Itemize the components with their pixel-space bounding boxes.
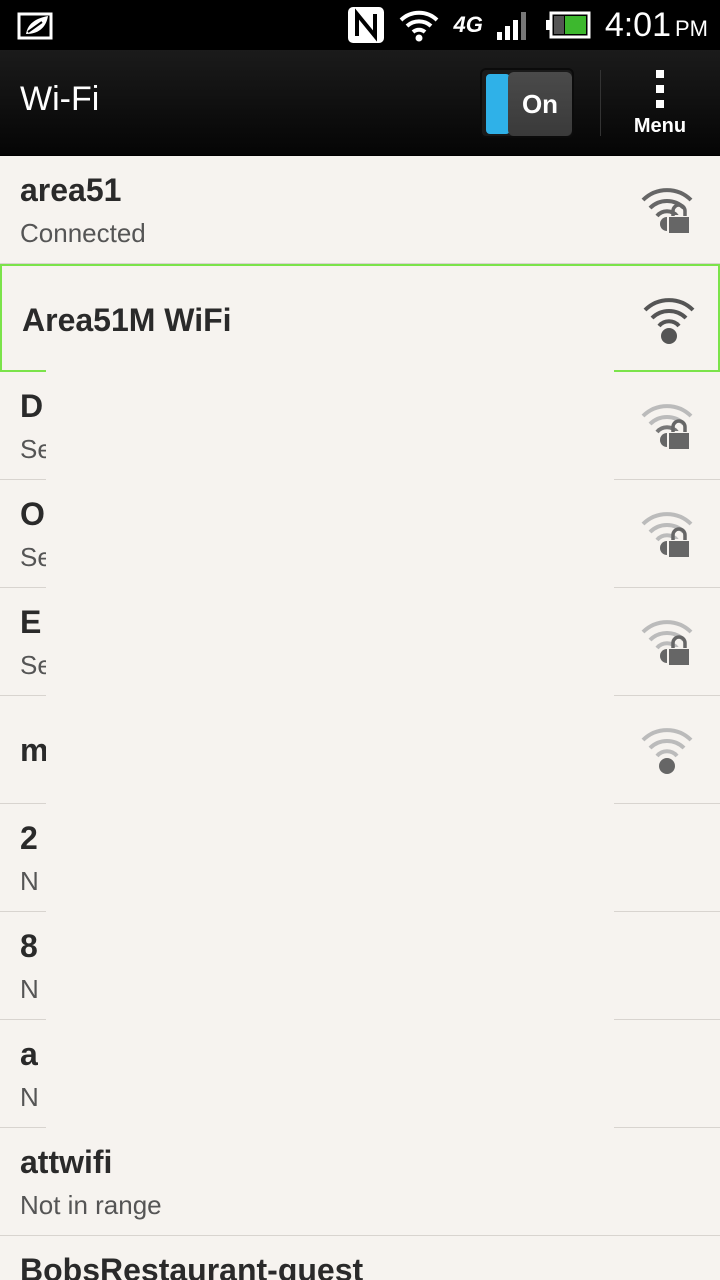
battery-icon: [545, 11, 591, 39]
clock: 4:01 PM: [604, 5, 708, 44]
dialog-overlay: [46, 370, 614, 1130]
wifi-weak-icon: [641, 728, 693, 774]
wifi-locked-weak-icon: [641, 404, 693, 451]
network-row[interactable]: BobsRestaurant-guest: [0, 1236, 720, 1280]
leaf-icon: [17, 12, 53, 40]
toggle-label: On: [508, 72, 572, 136]
network-name: D: [20, 388, 44, 424]
network-row[interactable]: attwifi Not in range: [0, 1128, 720, 1236]
network-status: Not in range: [20, 1190, 162, 1220]
wifi-icon: [400, 10, 439, 42]
network-status: N: [20, 974, 39, 1004]
wifi-locked-strong-icon: [641, 188, 693, 235]
network-name: 2: [20, 820, 38, 856]
signal-icon: [496, 12, 526, 40]
network-name: a: [20, 1036, 38, 1072]
wifi-strong-icon: [643, 298, 695, 344]
network-status: N: [20, 1082, 39, 1112]
network-name: BobsRestaurant-guest: [20, 1252, 364, 1280]
toggle-on-indicator: [486, 74, 510, 134]
network-name: attwifi: [20, 1144, 113, 1180]
action-bar: Wi-Fi On Menu: [0, 50, 720, 156]
nfc-icon: [348, 7, 385, 43]
network-row-selected[interactable]: Area51M WiFi: [0, 264, 720, 372]
network-name: 8: [20, 928, 38, 964]
divider: [600, 70, 601, 136]
network-name: Area51M WiFi: [22, 302, 232, 338]
network-status: Connected: [20, 218, 146, 248]
network-name: area51: [20, 172, 122, 208]
network-row[interactable]: area51 Connected: [0, 156, 720, 264]
network-status: N: [20, 866, 39, 896]
overflow-menu-icon: [655, 70, 665, 108]
wifi-toggle[interactable]: On: [480, 68, 574, 138]
status-bar: 4G 4:01 PM: [0, 0, 720, 50]
menu-button[interactable]: Menu: [620, 64, 700, 144]
network-name: E: [20, 604, 42, 640]
menu-label: Menu: [633, 115, 687, 137]
wifi-locked-weak-icon: [641, 512, 693, 559]
page-title: Wi-Fi: [20, 80, 100, 118]
4g-lte-icon: 4G: [453, 12, 483, 37]
network-name: O: [20, 496, 45, 532]
wifi-locked-weak-icon: [641, 620, 693, 667]
network-name: m: [20, 732, 49, 768]
